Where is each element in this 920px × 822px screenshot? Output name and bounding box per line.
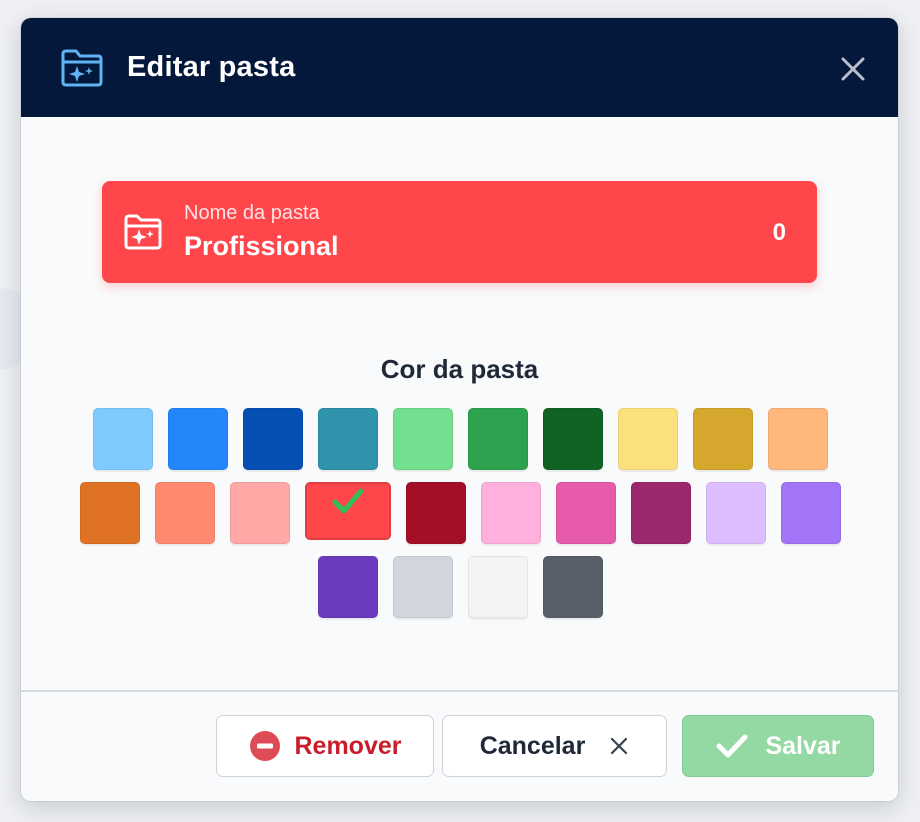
checkmark-icon (715, 732, 749, 760)
color-swatch[interactable] (542, 556, 603, 618)
color-swatch[interactable] (555, 482, 616, 544)
save-button[interactable]: Salvar (682, 715, 874, 777)
dialog-title: Editar pasta (127, 51, 296, 83)
color-swatch[interactable] (167, 408, 228, 470)
color-swatch[interactable] (767, 408, 828, 470)
color-swatch[interactable] (79, 482, 140, 544)
color-swatch[interactable] (630, 482, 691, 544)
folder-color-title: Cor da pasta (380, 354, 539, 384)
close-icon (609, 736, 629, 756)
color-swatch-grid (75, 408, 845, 618)
color-swatch[interactable] (617, 408, 678, 470)
color-swatch-selected[interactable] (304, 482, 391, 540)
color-swatch[interactable] (780, 482, 841, 544)
color-swatch[interactable] (542, 408, 603, 470)
color-swatch[interactable] (317, 408, 378, 470)
folder-sparkle-icon (59, 45, 105, 91)
remove-button[interactable]: Remover (216, 715, 434, 777)
save-button-label: Salvar (765, 731, 841, 760)
color-swatch[interactable] (317, 556, 378, 618)
close-icon[interactable] (838, 54, 868, 84)
folder-name-label: Nome da pasta (184, 202, 320, 224)
color-swatch[interactable] (467, 556, 528, 618)
folder-name-value[interactable]: Profissional (184, 231, 339, 262)
color-swatch[interactable] (392, 408, 453, 470)
remove-button-label: Remover (294, 731, 402, 760)
folder-sparkle-icon (122, 211, 164, 253)
color-swatch[interactable] (242, 408, 303, 470)
cancel-button-label: Cancelar (479, 731, 586, 760)
cancel-button[interactable]: Cancelar (442, 715, 667, 777)
color-swatch[interactable] (480, 482, 541, 544)
folder-item-count: 0 (772, 219, 786, 246)
dialog-header: Editar pasta (21, 18, 898, 117)
checkmark-icon (332, 488, 363, 514)
color-swatch[interactable] (405, 482, 466, 544)
folder-name-card[interactable]: Nome da pasta Profissional 0 (102, 181, 817, 283)
color-swatch[interactable] (692, 408, 753, 470)
color-swatch[interactable] (92, 408, 153, 470)
color-swatch[interactable] (705, 482, 766, 544)
color-swatch[interactable] (467, 408, 528, 470)
color-swatch[interactable] (154, 482, 215, 544)
color-swatch[interactable] (229, 482, 290, 544)
minus-circle-icon (249, 730, 281, 762)
color-swatch[interactable] (392, 556, 453, 618)
edit-folder-dialog: Editar pasta Nome da pasta Profissional … (21, 18, 898, 801)
footer-divider (21, 690, 898, 692)
